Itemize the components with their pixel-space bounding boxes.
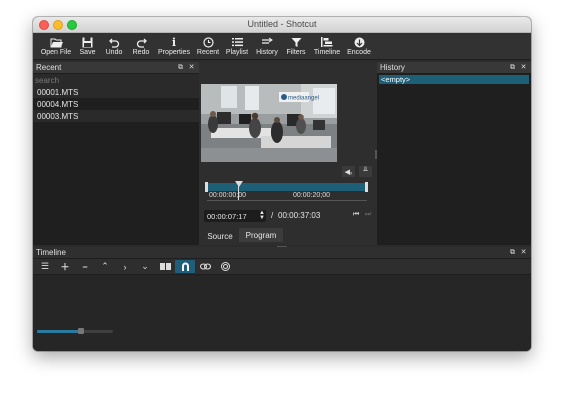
tab-source-label: Source [207,231,233,241]
timeline-icon [321,36,333,48]
player-panel: mediaangel ◀ₓ ╨ 00:00:00;00 00:00:20;00 … [199,62,377,245]
timeline-panel-title: Timeline [36,248,66,257]
overwrite-icon[interactable]: ⌄ [135,260,155,273]
current-time-field[interactable]: 00:00:07:17 ▲ ▼ [204,210,266,222]
current-time-value: 00:00:07:17 [207,211,247,221]
history-panel-title: History [380,63,405,72]
playlist-button[interactable]: Playlist [222,33,252,56]
video-frame-image: mediaangel [201,84,337,162]
volume-meter-icon[interactable]: ╨ [359,166,372,177]
list-item[interactable]: 00003.MTS [33,110,199,122]
recent-label: Recent [196,49,220,56]
scrub-icon[interactable] [215,260,235,273]
remove-icon[interactable]: − [75,260,95,273]
encode-button[interactable]: Encode [344,33,374,56]
split-icon[interactable] [155,260,175,273]
ripple-icon[interactable] [195,260,215,273]
skip-to-start-icon[interactable]: ⏮ [353,211,359,219]
encode-label: Encode [347,49,371,56]
tab-program[interactable]: Program [239,228,283,242]
history-item-label: <empty> [381,75,411,84]
zoom-slider-fill [37,330,80,333]
list-item[interactable]: 00004.MTS [33,98,199,110]
mute-icon[interactable]: ◀ₓ [342,166,355,177]
list-item[interactable]: <empty> [379,75,529,84]
recent-search-input[interactable]: search [33,74,199,86]
recent-panel-title: Recent [36,63,62,72]
redo-label: Redo [132,49,150,56]
zoom-slider-handle[interactable] [78,328,84,334]
float-panel-icon[interactable]: ⧉ [177,64,184,71]
redo-icon [136,36,147,48]
undo-label: Undo [105,49,123,56]
properties-label: Properties [158,49,190,56]
timeline-button[interactable]: Timeline [310,33,344,56]
window-title: Untitled - Shotcut [247,19,317,29]
open-file-button[interactable]: Open File [37,33,75,56]
main-toolbar: Open File Save Undo Redo i Properties Re… [33,33,531,60]
app-window: Untitled - Shotcut Open File Save Undo R… [33,17,531,351]
undo-button[interactable]: Undo [100,33,128,56]
properties-button[interactable]: i Properties [154,33,194,57]
save-icon [82,36,93,48]
recent-file-name: 00001.MTS [37,87,79,97]
ruler-mid-label: 00:00:20;00 [293,192,330,199]
time-stepper-icon[interactable]: ▲ ▼ [259,210,265,221]
snap-icon[interactable] [175,260,195,273]
total-time-value: 00:00:37:03 [278,211,321,220]
recent-file-name: 00004.MTS [37,99,79,109]
float-panel-icon[interactable]: ⧉ [509,249,516,256]
history-panel: History ⧉ ✕ <empty> [377,62,531,245]
save-label: Save [79,49,96,56]
ruler-start-label: 00:00:00;00 [209,192,246,199]
save-button[interactable]: Save [75,33,100,56]
undo-icon [108,36,120,48]
history-button[interactable]: History [252,33,282,56]
tab-program-label: Program [245,230,277,240]
title-bar: Untitled - Shotcut [33,17,531,33]
zoom-slider[interactable] [37,328,113,334]
playlist-label: Playlist [225,49,249,56]
filters-label: Filters [286,49,306,56]
recent-panel: Recent ⧉ ✕ search 00001.MTS 00004.MTS 00… [33,62,199,245]
timeline-label: Timeline [313,49,341,56]
clock-icon [202,36,214,48]
scrubber[interactable] [207,183,367,191]
video-preview[interactable]: mediaangel [201,84,337,162]
video-logo: mediaangel [288,96,319,102]
history-panel-header: History ⧉ ✕ [377,62,531,74]
float-panel-icon[interactable]: ⧉ [509,64,516,71]
timeline-toolbar: ☰ ＋ − ⌃ › ⌄ [33,259,531,274]
encode-icon [354,36,365,48]
timeline-panel-header: Timeline ⧉ ✕ [33,247,531,259]
time-separator: / [271,211,274,220]
history-label: History [256,49,278,56]
lift-icon[interactable]: ⌃ [95,260,115,273]
add-icon[interactable]: ＋ [55,260,75,273]
list-item[interactable]: 00001.MTS [33,86,199,98]
folder-open-icon [50,36,63,48]
recent-panel-header: Recent ⧉ ✕ [33,62,199,74]
open-file-label: Open File [40,49,72,56]
filters-button[interactable]: Filters [282,33,310,56]
close-panel-icon[interactable]: ✕ [520,249,527,256]
recent-file-name: 00003.MTS [37,111,79,121]
next-icon[interactable]: › [115,260,135,273]
timeline-tracks-area[interactable] [33,274,531,351]
playhead-marker[interactable] [235,181,243,187]
list-icon [231,36,243,48]
menu-icon[interactable]: ☰ [35,260,55,273]
recent-button[interactable]: Recent [194,33,222,56]
redo-button[interactable]: Redo [128,33,154,56]
filter-icon [291,36,302,48]
timeline-panel: Timeline ⧉ ✕ ☰ ＋ − ⌃ › ⌄ [33,247,531,351]
close-panel-icon[interactable]: ✕ [188,64,195,71]
recent-file-list: 00001.MTS 00004.MTS 00003.MTS [33,86,199,122]
skip-to-end-icon[interactable]: ⏭ [365,211,371,219]
info-icon: i [171,35,177,49]
history-icon [261,36,273,48]
search-placeholder: search [35,75,60,85]
tab-source[interactable]: Source [203,229,237,243]
close-panel-icon[interactable]: ✕ [520,64,527,71]
